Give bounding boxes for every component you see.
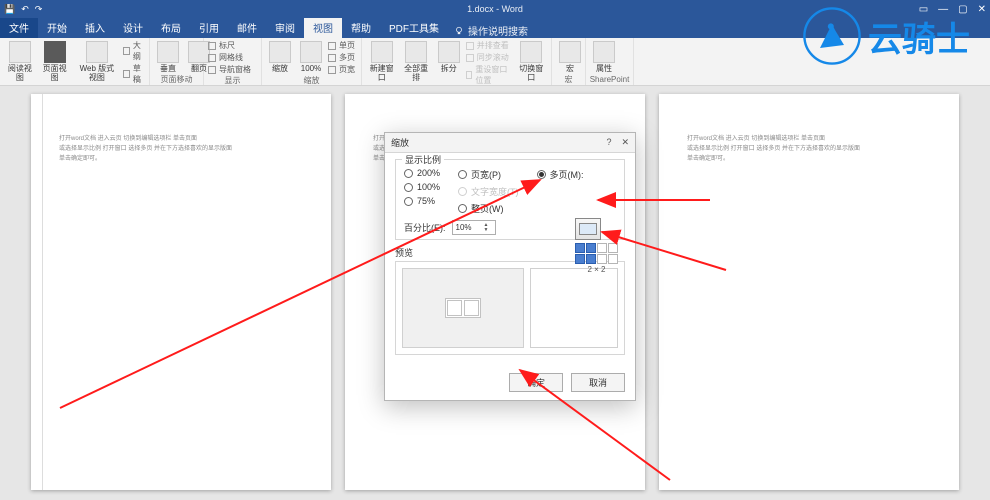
outline-button[interactable]: 大纲 xyxy=(123,40,145,62)
macros-group-label: 宏 xyxy=(552,74,585,86)
document-title: 1.docx - Word xyxy=(467,4,523,14)
zoom-text-width-radio[interactable]: 文字宽度(T) xyxy=(458,185,519,198)
sync-scroll-button: 同步滚动 xyxy=(466,52,513,63)
zoom-75-radio[interactable]: 75% xyxy=(404,196,440,206)
ribbon: 阅读视图 页面视图 Web 版式视图 大纲 草稿 视图 垂直 翻页 页面移动 标… xyxy=(0,38,990,86)
ruler-checkbox[interactable]: 标尺 xyxy=(208,40,251,51)
tab-view[interactable]: 视图 xyxy=(304,17,342,38)
page-text-line: 或选择显示比例 打开窗口 选择多页 并在下方选择喜欢的显示版面 xyxy=(687,144,931,154)
one-page-button[interactable]: 单页 xyxy=(328,40,355,51)
web-layout-button[interactable]: Web 版式视图 xyxy=(74,40,121,83)
tab-home[interactable]: 开始 xyxy=(38,17,76,38)
motion-group-label: 页面移动 xyxy=(150,74,203,86)
zoom-dialog-titlebar[interactable]: 缩放 ? ✕ xyxy=(385,133,635,153)
zoom-multi-page-radio[interactable]: 多页(M): xyxy=(537,168,584,181)
ribbon-tabbar: 文件 开始 插入 设计 布局 引用 邮件 审阅 视图 帮助 PDF工具集 操作说… xyxy=(0,18,990,38)
tab-layout[interactable]: 布局 xyxy=(152,17,190,38)
zoom-page-width-radio[interactable]: 页宽(P) xyxy=(458,168,519,181)
multi-page-button[interactable]: 多页 xyxy=(328,52,355,63)
properties-button[interactable]: 属性 xyxy=(590,40,618,74)
zoom-preview xyxy=(395,261,625,355)
split-button[interactable]: 拆分 xyxy=(435,40,463,74)
page-text-line: 单击确定即可。 xyxy=(59,154,303,164)
tab-insert[interactable]: 插入 xyxy=(76,17,114,38)
zoom-100-radio[interactable]: 100% xyxy=(404,182,440,192)
tell-me-search[interactable]: 操作说明搜索 xyxy=(454,23,528,38)
percent-label: 百分比(E): xyxy=(404,221,446,234)
zoom-200-radio[interactable]: 200% xyxy=(404,168,440,178)
gridlines-checkbox[interactable]: 网格线 xyxy=(208,52,251,63)
ok-button[interactable]: 确定 xyxy=(509,373,563,392)
new-window-button[interactable]: 新建窗口 xyxy=(366,40,397,83)
nav-pane-checkbox[interactable]: 导航窗格 xyxy=(208,64,251,75)
page-text-line: 或选择显示比例 打开窗口 选择多页 并在下方选择喜欢的显示版面 xyxy=(59,144,303,154)
switch-windows-button[interactable]: 切换窗口 xyxy=(516,40,547,83)
spinner-down-icon[interactable]: ▼ xyxy=(484,228,492,233)
redo-icon[interactable]: ↷ xyxy=(35,4,43,15)
tab-review[interactable]: 审阅 xyxy=(266,17,304,38)
zoom-dialog-title-text: 缩放 xyxy=(391,136,409,149)
page-width-button[interactable]: 页宽 xyxy=(328,64,355,75)
print-layout-button[interactable]: 页面视图 xyxy=(39,40,71,83)
reset-position-button: 重设窗口位置 xyxy=(466,64,513,86)
macros-button[interactable]: 宏 xyxy=(556,40,584,74)
page-1[interactable]: 打开word文档 进入云页 切换到编辑选项栏 单击页面 或选择显示比例 打开窗口… xyxy=(31,94,331,490)
window-titlebar: 💾 ↶ ↷ 1.docx - Word ▭ — ▢ ✕ xyxy=(0,0,990,18)
tab-mailings[interactable]: 邮件 xyxy=(228,17,266,38)
dialog-help-icon[interactable]: ? xyxy=(606,137,611,148)
hundred-percent-button[interactable]: 100% xyxy=(297,40,325,74)
ribbon-options-icon[interactable]: ▭ xyxy=(919,4,928,15)
minimize-icon[interactable]: — xyxy=(938,4,948,15)
multi-page-grid-selector[interactable]: 2 × 2 xyxy=(575,218,618,274)
vertical-button[interactable]: 垂直 xyxy=(154,40,182,74)
percent-spinner[interactable]: 10% ▲▼ xyxy=(452,220,496,235)
grid-caption: 2 × 2 xyxy=(575,265,618,274)
save-icon[interactable]: 💾 xyxy=(4,4,15,15)
side-by-side-button: 并排查看 xyxy=(466,40,513,51)
tab-file[interactable]: 文件 xyxy=(0,17,38,38)
zoom-dialog: 缩放 ? ✕ 显示比例 200% 100% 75% 页宽(P) 文字宽度(T) … xyxy=(384,132,636,401)
tell-me-label: 操作说明搜索 xyxy=(468,23,528,38)
page-3[interactable]: 打开word文档 进入云页 切换到编辑选项栏 单击页面 或选择显示比例 打开窗口… xyxy=(659,94,959,490)
page-text-line: 打开word文档 进入云页 切换到编辑选项栏 单击页面 xyxy=(687,134,931,144)
tab-help[interactable]: 帮助 xyxy=(342,17,380,38)
tab-references[interactable]: 引用 xyxy=(190,17,228,38)
zoom-ratio-group-label: 显示比例 xyxy=(402,153,444,166)
zoom-whole-page-radio[interactable]: 整页(W) xyxy=(458,202,519,215)
percent-value: 10% xyxy=(456,223,472,232)
close-icon[interactable]: ✕ xyxy=(978,4,986,15)
arrange-all-button[interactable]: 全部重排 xyxy=(400,40,431,83)
read-mode-button[interactable]: 阅读视图 xyxy=(4,40,36,83)
vertical-ruler xyxy=(31,94,43,490)
page-text-line: 打开word文档 进入云页 切换到编辑选项栏 单击页面 xyxy=(59,134,303,144)
maximize-icon[interactable]: ▢ xyxy=(958,4,967,15)
cancel-button[interactable]: 取消 xyxy=(571,373,625,392)
zoom-button[interactable]: 缩放 xyxy=(266,40,294,74)
dialog-close-icon[interactable]: ✕ xyxy=(621,137,629,148)
monitor-icon[interactable] xyxy=(575,218,601,240)
draft-button[interactable]: 草稿 xyxy=(123,63,145,85)
tab-design[interactable]: 设计 xyxy=(114,17,152,38)
sharepoint-group-label: SharePoint xyxy=(586,75,633,85)
bulb-icon xyxy=(454,26,464,36)
undo-icon[interactable]: ↶ xyxy=(21,4,29,15)
tab-pdf-tools[interactable]: PDF工具集 xyxy=(380,17,448,38)
page-text-line: 单击确定即可。 xyxy=(687,154,931,164)
